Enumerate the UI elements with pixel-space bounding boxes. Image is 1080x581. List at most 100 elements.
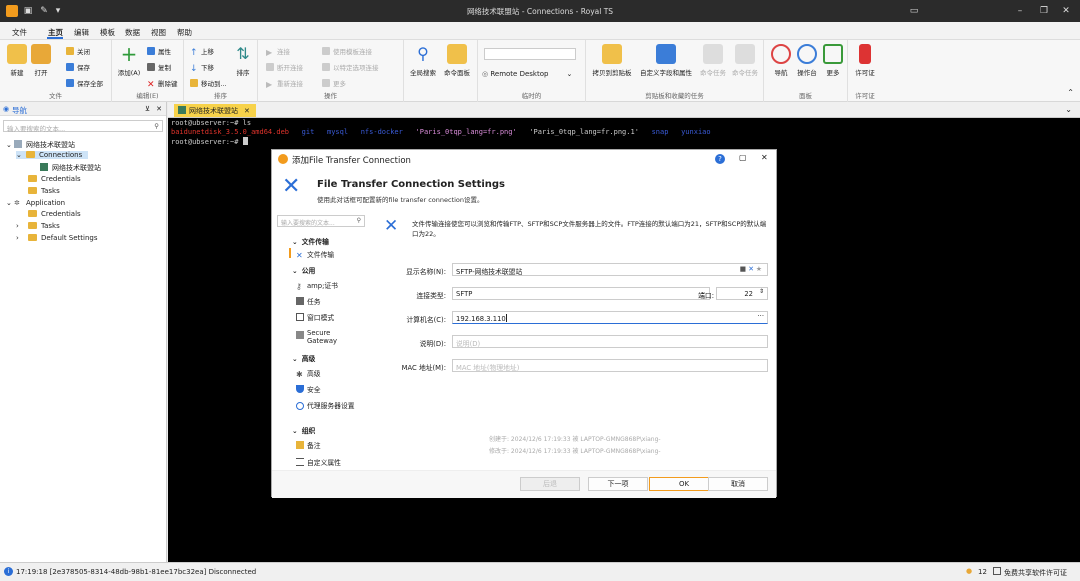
move-up-button[interactable]: ↑ 上移 <box>190 46 214 58</box>
nav-item-notes[interactable]: 备注 <box>296 440 321 450</box>
pin-icon[interactable]: ⊻ <box>145 105 150 113</box>
qr-icon <box>703 44 723 64</box>
command-task-button[interactable]: 命令任务 <box>730 44 760 77</box>
save-all-button[interactable]: 保存全部 <box>66 78 103 88</box>
status-text: 17:19:18 [2e378505-8314-48db-98b1-81ee17… <box>16 568 257 576</box>
reconnect-icon: ▶ <box>266 80 273 89</box>
cancel-button[interactable]: 取消 <box>708 477 768 491</box>
nav-item-advanced[interactable]: ✱ 高级 <box>296 368 321 379</box>
properties-button[interactable]: 属性 <box>147 46 171 56</box>
tree-item-default-settings[interactable]: › Default Settings <box>16 234 98 242</box>
collapse-ribbon-icon[interactable]: ⌃ <box>1067 88 1074 97</box>
stepper-icon[interactable]: ⇕ <box>759 288 764 295</box>
tree-item-document[interactable]: ⌄ 网络技术联盟站 <box>6 140 75 150</box>
layout-icon[interactable]: ▭ <box>906 4 922 18</box>
color-icon[interactable]: ■ <box>740 265 748 273</box>
menu-bar: 文件 主页 编辑 模板 数据 视图 帮助 ? <box>0 22 1080 58</box>
tab-close-icon[interactable]: ✕ <box>244 107 250 115</box>
save-button[interactable]: 保存 <box>66 62 90 72</box>
menu-edit[interactable]: 编辑 <box>74 27 89 38</box>
task-button[interactable]: 命令任务 <box>698 44 728 77</box>
ribbon-group-sort: ↑ 上移 ↓ 下移 移动到... ⇅ 排序 排序 <box>184 40 258 102</box>
nav-item-proxy[interactable]: 代理服务器设置 <box>296 400 356 410</box>
bulb-icon[interactable]: ● <box>966 567 972 575</box>
remote-desktop-dropdown[interactable]: ◎ Remote Desktop ⌄ <box>482 70 572 78</box>
dialog-help-icon[interactable]: ? <box>715 154 725 164</box>
mac-address-input[interactable]: MAC 地址(物理地址) <box>452 359 768 372</box>
maximize-icon[interactable]: ❐ <box>1036 4 1052 18</box>
dialog-close-icon[interactable]: ✕ <box>761 153 768 162</box>
nav-group-file-transfer[interactable]: ⌄ 文件传输 <box>292 236 329 246</box>
copy-button[interactable]: 复制 <box>147 62 171 72</box>
adhoc-input[interactable] <box>484 48 576 60</box>
back-button[interactable]: 后退 <box>520 477 580 491</box>
tree-item-connection[interactable]: 网络技术联盟站 <box>40 163 101 173</box>
navigation-search-input[interactable]: 输入要搜索的文本... ⚲ <box>3 120 163 133</box>
terminal-line-2: baidunetdisk_3.5.0_amd64.deb git mysql n… <box>171 128 711 136</box>
sort-button[interactable]: ⇅ 排序 <box>228 44 258 77</box>
tree-item-credentials[interactable]: Credentials <box>28 175 81 183</box>
dialog-footer: 后退 下一项 OK 取消 <box>272 470 776 498</box>
minimize-icon[interactable]: – <box>1012 4 1028 18</box>
nav-item-custom-properties[interactable]: 自定义属性 <box>296 457 341 467</box>
dialog-maximize-icon[interactable]: ▢ <box>739 153 747 162</box>
nav-item-tasks[interactable]: 任务 <box>296 296 321 306</box>
nav-item-file-transfer[interactable]: ✕ 文件传输 <box>296 249 334 260</box>
global-search-button[interactable]: ⚲ 全局搜索 <box>408 44 438 77</box>
reconnect-button[interactable]: ▶ 重新连接 <box>266 78 303 89</box>
more-panels-button[interactable]: 更多 <box>818 44 848 77</box>
menu-help[interactable]: 帮助 <box>177 27 192 38</box>
description-input[interactable]: 说明(D) <box>452 335 768 348</box>
terminal-file: 'Paris_0tqp_lang=fr.png.1' <box>529 128 639 136</box>
connect-button[interactable]: ▶ 连接 <box>266 46 290 57</box>
tree-item-connections[interactable]: ⌄ Connections <box>16 151 89 159</box>
close-icon[interactable]: ✕ <box>1058 4 1074 18</box>
menu-file[interactable]: 文件 <box>12 27 27 38</box>
compass-icon <box>771 44 791 64</box>
tree-item-tasks[interactable]: Tasks <box>28 187 60 195</box>
browse-icon[interactable]: ··· <box>758 312 764 320</box>
gear-icon: ✲ <box>14 199 20 207</box>
close-panel-icon[interactable]: ✕ <box>156 105 162 113</box>
display-name-input[interactable]: SFTP-网络技术联盟站 ■✕★ <box>452 263 768 276</box>
nav-group-advanced[interactable]: ⌄ 高级 <box>292 353 315 363</box>
connect-template-button[interactable]: 使用模板连接 <box>322 46 372 56</box>
close-button[interactable]: 关闭 <box>66 46 90 56</box>
open-button[interactable]: 打开 <box>26 44 56 77</box>
nav-item-credentials[interactable]: ⚷ amp;证书 <box>296 280 338 291</box>
tree-item-application[interactable]: ⌄ ✲ Application <box>6 199 65 207</box>
license-status[interactable]: 免费共享软件许可证 <box>1004 568 1067 578</box>
nav-group-organize[interactable]: ⌄ 组织 <box>292 425 315 435</box>
port-input[interactable]: 22 ⇕ <box>716 287 768 300</box>
favorite-star-icon[interactable]: ★ <box>756 265 764 273</box>
nav-item-security[interactable]: 安全 <box>296 384 321 394</box>
copy-icon <box>147 63 155 71</box>
disconnect-button[interactable]: 断开连接 <box>266 62 303 72</box>
options-icon <box>322 63 330 71</box>
command-palette-button[interactable]: 命令面板 <box>442 44 472 77</box>
nav-item-secure-gateway[interactable]: Secure Gateway <box>296 329 356 345</box>
new-icon <box>7 44 27 64</box>
move-to-button[interactable]: 移动到... <box>190 78 227 88</box>
more-actions-button[interactable]: 更多 <box>322 78 346 88</box>
settings-search-input[interactable]: 输入要搜索的文本... ⚲ <box>277 215 365 227</box>
computer-name-input[interactable]: 192.168.3.110 ··· <box>452 311 768 324</box>
next-button[interactable]: 下一项 <box>588 477 648 491</box>
menu-template[interactable]: 模板 <box>100 27 115 38</box>
custom-fields-button[interactable]: 自定义字段和属性 <box>638 44 694 77</box>
copy-to-clipboard-button[interactable]: 拷贝到剪贴板 <box>592 44 632 77</box>
tree-item-app-tasks[interactable]: › Tasks <box>16 222 60 230</box>
move-down-button[interactable]: ↓ 下移 <box>190 62 214 74</box>
license-button[interactable]: 许可证 <box>850 44 880 77</box>
icon-picker-icon[interactable]: ✕ <box>748 265 756 273</box>
tab-menu-icon[interactable]: ⌄ <box>1065 105 1072 114</box>
menu-view[interactable]: 视图 <box>151 27 166 38</box>
menu-data[interactable]: 数据 <box>125 27 140 38</box>
delete-button[interactable]: ✕ 删除键 <box>147 78 178 90</box>
tab-connection[interactable]: 网络技术联盟站 ✕ <box>174 104 256 117</box>
nav-item-window-mode[interactable]: 窗口模式 <box>296 312 334 322</box>
nav-group-common[interactable]: ⌄ 公用 <box>292 265 315 275</box>
connect-options-button[interactable]: 以特定选项连接 <box>322 62 379 72</box>
add-button[interactable]: + 添加(A) <box>114 44 144 77</box>
tree-item-app-credentials[interactable]: Credentials <box>28 210 81 218</box>
